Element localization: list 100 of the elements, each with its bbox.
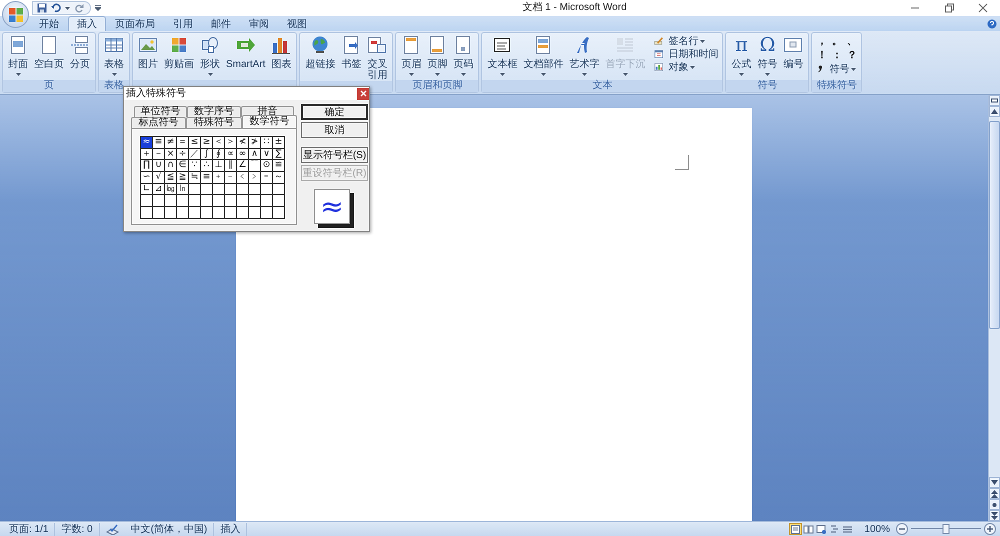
ribbon-button[interactable]: 超链接 [302, 35, 338, 70]
symbol-cell[interactable]: ＜ [212, 136, 224, 148]
symbol-button[interactable]: ！ [814, 49, 830, 63]
symbol-cell[interactable]: ＝ [176, 136, 188, 148]
print-layout-icon [790, 524, 802, 534]
page-icon [8, 35, 28, 55]
ribbon-button[interactable]: 艺术字 [566, 35, 602, 76]
caret-icon [208, 73, 212, 76]
ribbon-button[interactable]: 交叉 引用 [364, 35, 390, 81]
cross-reference-icon [367, 35, 388, 55]
zoom-out-button[interactable] [896, 523, 908, 535]
table-icon [104, 35, 124, 55]
symbol-cell[interactable]: ≠ [164, 136, 176, 148]
ribbon-tab[interactable]: 审阅 [240, 16, 278, 31]
ribbon-button[interactable]: 页脚 [424, 35, 450, 76]
ribbon-button[interactable]: 封面 [5, 35, 31, 76]
ruler-button[interactable] [989, 95, 1000, 106]
symbol-cell[interactable]: ≤ [188, 136, 200, 148]
ribbon-button[interactable]: 编号 [780, 35, 806, 70]
ribbon-button[interactable]: 文档部件 [520, 35, 566, 76]
caret-icon [582, 73, 587, 76]
ribbon-button[interactable]: 签名行 [652, 35, 720, 48]
window-title: 文档 1 - Microsoft Word [521, 2, 628, 14]
text-box-icon [492, 35, 512, 55]
ribbon-tab[interactable]: 开始 [30, 16, 68, 31]
caret-icon [540, 73, 546, 76]
dialog-tab[interactable]: 数字序号 [187, 106, 241, 117]
undo-icon [51, 3, 61, 13]
ribbon-button[interactable]: π 公式 [728, 35, 754, 76]
ribbon-button[interactable]: 书签 [338, 35, 364, 70]
ribbon-button[interactable]: 空白页 [31, 35, 67, 70]
caret-icon [460, 73, 466, 76]
dialog-tab[interactable]: 特殊符号 [186, 117, 242, 128]
view-button[interactable] [789, 523, 802, 535]
symbol-button[interactable]: 、 [844, 35, 860, 49]
ribbon-button[interactable]: 对象 [652, 61, 720, 74]
symbol-cell[interactable]: ± [272, 136, 284, 148]
view-button[interactable] [815, 523, 828, 535]
symbol-cell[interactable]: ∽ [140, 172, 152, 184]
view-button[interactable] [802, 523, 816, 535]
symbol-button[interactable]: 。 [829, 35, 844, 49]
plus-icon [986, 525, 994, 533]
dialog-button[interactable]: 取消 [301, 122, 368, 138]
scroll-thumb[interactable] [989, 121, 1000, 329]
zoom-in-button[interactable] [984, 523, 996, 535]
browse-object-button[interactable] [989, 499, 1000, 510]
button-label: 交叉 [367, 59, 388, 70]
symbol-cell[interactable]: ≥ [200, 136, 212, 148]
down-arrow-icon [991, 480, 998, 485]
undo-button[interactable] [51, 3, 70, 13]
ribbon-button[interactable]: 形状 [197, 35, 223, 76]
ribbon-button[interactable]: 图片 [135, 35, 161, 70]
zoom-slider-thumb[interactable] [942, 524, 950, 534]
dialog-tab[interactable]: 数学符号 [242, 115, 297, 128]
ribbon-button[interactable]: SmartArt [223, 35, 268, 70]
symbol-button[interactable]: ： [829, 49, 844, 63]
customize-button[interactable] [95, 5, 101, 11]
symbol-cell[interactable]: ＋ [140, 148, 152, 160]
dialog-tab[interactable]: 标点符号 [131, 117, 186, 128]
symbol-cell[interactable]: ∏ [140, 160, 152, 172]
ribbon-tab[interactable]: 页面布局 [106, 16, 164, 31]
symbol-cell[interactable]: ＞ [224, 136, 236, 148]
ribbon-button[interactable]: 符号 [814, 63, 860, 76]
symbol-cell[interactable]: ≮ [236, 136, 248, 148]
ribbon-tab[interactable]: 视图 [278, 16, 316, 31]
scroll-up-button[interactable] [989, 106, 1000, 117]
draft-icon [842, 524, 854, 534]
ribbon-button[interactable]: 页眉 [398, 35, 424, 76]
status-text: 页面: 1/1 [3, 522, 56, 536]
symbol-button[interactable]: ， [814, 35, 830, 49]
ribbon-button[interactable]: 文本框 [484, 35, 520, 76]
dialog-tab[interactable]: 单位符号 [134, 106, 188, 117]
ribbon-button[interactable]: 图表 [268, 35, 294, 70]
ribbon-button[interactable]: Ω 符号 [754, 35, 780, 76]
symbol-cell[interactable]: ≡ [152, 136, 164, 148]
ribbon-tab[interactable]: 邮件 [202, 16, 240, 31]
ribbon-button[interactable]: 日期和时间 [652, 48, 720, 61]
ribbon-tab[interactable]: 引用 [164, 16, 202, 31]
symbol-cell[interactable]: ∟ [140, 183, 152, 195]
symbol-cell[interactable]: ≯ [248, 136, 260, 148]
close-button[interactable] [357, 88, 369, 100]
ribbon-tab[interactable]: 插入 [68, 16, 106, 31]
previous-page-button[interactable] [989, 488, 1000, 499]
ruler-icon [991, 97, 998, 104]
symbol-cell[interactable]: ∷ [260, 136, 272, 148]
symbol-button[interactable]: ？ [844, 49, 860, 63]
ribbon-button[interactable]: 分页 [67, 35, 93, 70]
ribbon-button[interactable]: 表格 [101, 35, 127, 76]
save-icon [37, 3, 47, 13]
symbol-cell[interactable]: ≈ [140, 136, 152, 148]
dialog-button[interactable]: 确定 [301, 104, 368, 120]
ribbon-button[interactable]: 剪贴画 [161, 35, 197, 70]
redo-button[interactable] [74, 3, 84, 13]
ribbon-button[interactable]: 页码 [450, 35, 476, 76]
vertical-scrollbar[interactable] [988, 95, 1000, 521]
help-button[interactable] [987, 18, 997, 28]
next-page-button[interactable] [989, 510, 1000, 521]
save-button[interactable] [37, 3, 47, 13]
zoom-level: 100% [863, 522, 891, 536]
dialog-button[interactable]: 显示符号栏(S) [301, 147, 368, 163]
